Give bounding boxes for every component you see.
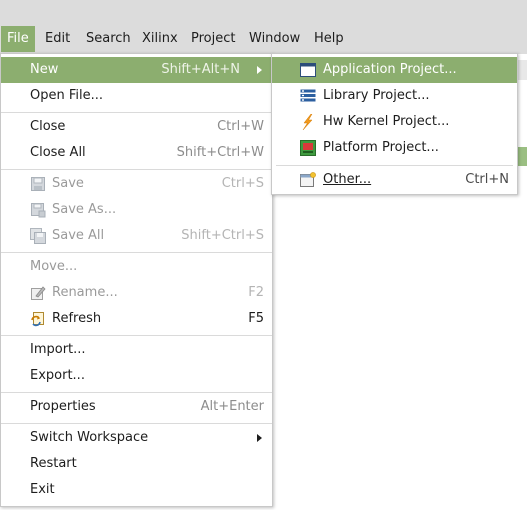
menu-item-save-as[interactable]: Save As... bbox=[1, 197, 272, 223]
menu-item-label: Exit bbox=[30, 482, 55, 497]
menu-item-label: Save All bbox=[52, 228, 105, 243]
menu-separator bbox=[1, 392, 272, 393]
menu-edit[interactable]: Edit bbox=[39, 26, 76, 52]
menu-item-label: New bbox=[30, 62, 59, 77]
menu-separator bbox=[1, 335, 272, 336]
refresh-icon bbox=[30, 311, 46, 327]
shortcut-label: Shift+Ctrl+S bbox=[181, 228, 264, 243]
other-wizard-icon bbox=[300, 172, 316, 188]
shortcut-label: Ctrl+N bbox=[465, 172, 509, 187]
rename-icon bbox=[30, 285, 46, 301]
menu-item-restart[interactable]: Restart bbox=[1, 451, 272, 477]
save-all-icon bbox=[30, 228, 46, 244]
menu-item-move[interactable]: Move... bbox=[1, 254, 272, 280]
submenu-item-hw-kernel-project[interactable]: Hw Kernel Project... bbox=[272, 109, 517, 135]
menu-item-exit[interactable]: Exit bbox=[1, 477, 272, 503]
menu-item-properties[interactable]: Properties Alt+Enter bbox=[1, 394, 272, 420]
menu-item-new[interactable]: New Shift+Alt+N bbox=[1, 57, 272, 83]
menu-item-label: Export... bbox=[30, 368, 85, 383]
menu-separator bbox=[1, 169, 272, 170]
menu-search[interactable]: Search bbox=[80, 26, 137, 52]
menu-file[interactable]: File bbox=[1, 26, 35, 52]
menu-item-label: Open File... bbox=[30, 88, 104, 103]
submenu-item-label: Application Project... bbox=[323, 62, 457, 77]
menu-help[interactable]: Help bbox=[308, 26, 350, 52]
shortcut-label: Ctrl+S bbox=[221, 176, 264, 191]
shortcut-label: F5 bbox=[248, 311, 264, 326]
menu-separator bbox=[1, 252, 272, 253]
editor-background-strip bbox=[518, 60, 527, 80]
submenu-arrow-icon bbox=[257, 434, 262, 442]
menu-item-label: Close All bbox=[30, 145, 86, 160]
submenu-item-label: Other... bbox=[323, 172, 372, 187]
submenu-item-label: Hw Kernel Project... bbox=[323, 114, 450, 129]
shortcut-label: F2 bbox=[248, 285, 264, 300]
menu-item-label: Refresh bbox=[52, 311, 102, 326]
menu-separator bbox=[276, 165, 513, 166]
menu-item-save[interactable]: Save Ctrl+S bbox=[1, 171, 272, 197]
submenu-item-platform-project[interactable]: Platform Project... bbox=[272, 135, 517, 161]
save-icon bbox=[30, 176, 46, 192]
menu-item-rename[interactable]: Rename... F2 bbox=[1, 280, 272, 306]
submenu-item-label: Library Project... bbox=[323, 88, 430, 103]
submenu-item-application-project[interactable]: Application Project... bbox=[272, 57, 517, 83]
menu-item-import[interactable]: Import... bbox=[1, 337, 272, 363]
save-as-icon bbox=[30, 202, 46, 218]
application-project-icon bbox=[300, 62, 316, 78]
menu-separator bbox=[1, 423, 272, 424]
submenu-item-other[interactable]: Other... Ctrl+N bbox=[272, 167, 517, 193]
hw-kernel-icon bbox=[300, 113, 316, 131]
submenu-item-library-project[interactable]: Library Project... bbox=[272, 83, 517, 109]
submenu-arrow-icon bbox=[257, 66, 262, 74]
menu-item-save-all[interactable]: Save All Shift+Ctrl+S bbox=[1, 223, 272, 249]
new-submenu: Application Project... Library Project..… bbox=[271, 53, 518, 195]
menu-xilinx[interactable]: Xilinx bbox=[136, 26, 184, 52]
menu-item-export[interactable]: Export... bbox=[1, 363, 272, 389]
menu-project[interactable]: Project bbox=[185, 26, 241, 52]
submenu-item-label: Platform Project... bbox=[323, 140, 439, 155]
menu-window[interactable]: Window bbox=[243, 26, 306, 52]
menu-item-label: Rename... bbox=[52, 285, 118, 300]
shortcut-label: Shift+Alt+N bbox=[161, 62, 240, 77]
shortcut-label: Ctrl+W bbox=[217, 119, 264, 134]
menu-item-close[interactable]: Close Ctrl+W bbox=[1, 114, 272, 140]
menu-item-label: Move... bbox=[30, 259, 78, 274]
menu-item-label: Import... bbox=[30, 342, 86, 357]
menu-item-label: Properties bbox=[30, 399, 96, 414]
menu-item-label: Save As... bbox=[52, 202, 117, 217]
shortcut-label: Shift+Ctrl+W bbox=[176, 145, 264, 160]
menu-item-switch-workspace[interactable]: Switch Workspace bbox=[1, 425, 272, 451]
platform-project-icon bbox=[300, 140, 316, 156]
menu-item-close-all[interactable]: Close All Shift+Ctrl+W bbox=[1, 140, 272, 166]
menu-item-open-file[interactable]: Open File... bbox=[1, 83, 272, 109]
menu-separator bbox=[1, 112, 272, 113]
menu-item-label: Close bbox=[30, 119, 66, 134]
editor-background-highlight bbox=[518, 147, 527, 166]
menu-item-label: Save bbox=[52, 176, 84, 191]
library-project-icon bbox=[300, 88, 316, 104]
menu-bar: File Edit Search Xilinx Project Window H… bbox=[0, 0, 527, 54]
shortcut-label: Alt+Enter bbox=[200, 399, 264, 414]
menu-item-refresh[interactable]: Refresh F5 bbox=[1, 306, 272, 332]
menu-item-label: Switch Workspace bbox=[30, 430, 149, 445]
menu-item-label: Restart bbox=[30, 456, 77, 471]
file-menu-dropdown: New Shift+Alt+N Open File... Close Ctrl+… bbox=[0, 53, 273, 507]
